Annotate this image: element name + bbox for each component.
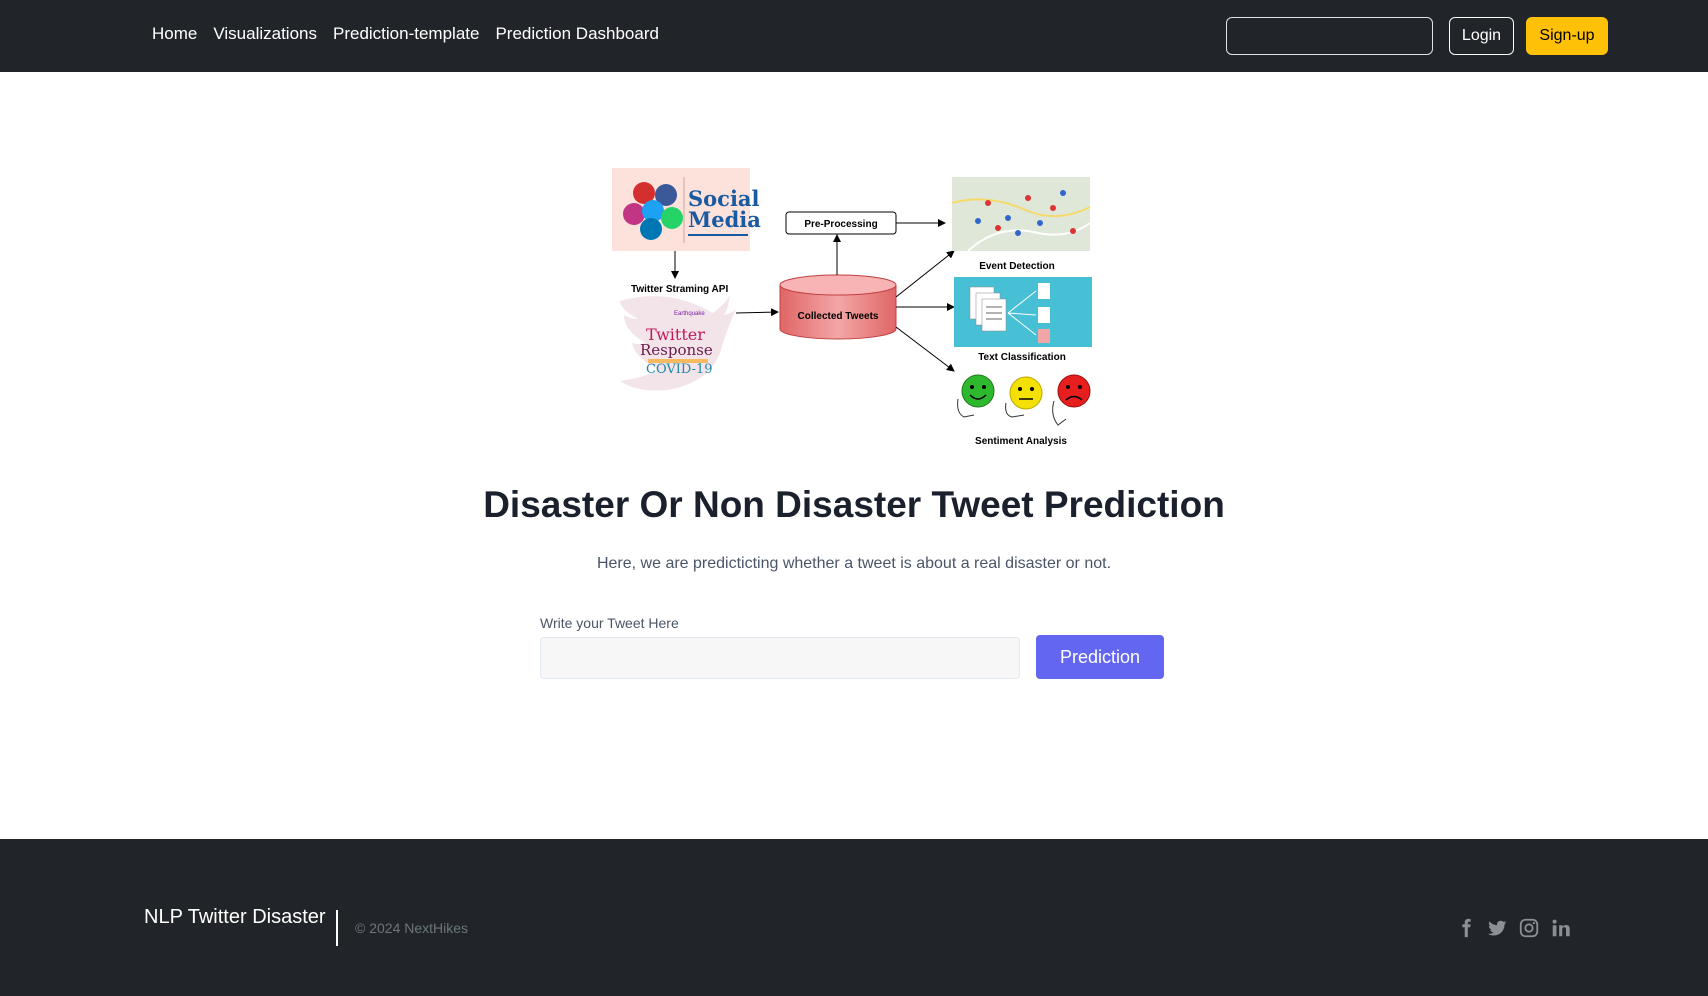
footer-divider (336, 910, 338, 946)
prediction-button[interactable]: Prediction (1036, 635, 1164, 679)
hero-diagram: Social Media Twitter Straming API Twitte… (612, 168, 1092, 447)
login-button[interactable]: Login (1449, 17, 1514, 55)
tweet-input[interactable] (540, 637, 1020, 679)
nav-links: Home Visualizations Prediction-template … (144, 24, 667, 44)
linkedin-icon[interactable] (1550, 917, 1572, 939)
tweet-input-label: Write your Tweet Here (540, 615, 679, 631)
collected-tweets-db: Collected Tweets (779, 274, 897, 340)
page-subtitle: Here, we are predicticting whether a twe… (596, 555, 1112, 572)
social-title-2: Media (688, 207, 761, 232)
event-map-image (951, 177, 1091, 252)
footer-copyright: © 2024 NextHikes (355, 920, 469, 936)
event-label: Event Detection (979, 261, 1055, 272)
preprocess-label: Pre-Processing (804, 219, 877, 230)
facebook-icon[interactable] (1455, 917, 1477, 939)
top-navbar: Home Visualizations Prediction-template … (0, 0, 1708, 72)
linkedin-icon (640, 218, 662, 240)
instagram-icon (623, 203, 645, 225)
happy-face-icon (961, 374, 995, 408)
nav-link-prediction-dashboard[interactable]: Prediction Dashboard (495, 24, 658, 44)
text-class-label: Text Classification (978, 352, 1066, 363)
cloud-word-response: Response (640, 341, 713, 359)
nav-link-visualizations[interactable]: Visualizations (213, 24, 317, 44)
signup-button[interactable]: Sign-up (1526, 17, 1608, 55)
db-label: Collected Tweets (798, 311, 879, 322)
footer-brand[interactable]: NLP Twitter Disaster (144, 906, 326, 929)
sad-face-icon (1057, 374, 1091, 408)
sentiment-label: Sentiment Analysis (975, 436, 1067, 447)
footer: NLP Twitter Disaster © 2024 NextHikes (0, 839, 1708, 996)
nav-link-home[interactable]: Home (152, 24, 197, 44)
sentiment-faces (957, 374, 1091, 426)
word-cloud-bird: Twitter Response COVID-19 Earthquake (620, 295, 736, 391)
page-title: Disaster Or Non Disaster Tweet Predictio… (483, 484, 1225, 525)
stream-label: Twitter Straming API (631, 284, 728, 295)
neutral-face-icon (1009, 376, 1043, 410)
nav-link-prediction-template[interactable]: Prediction-template (333, 24, 479, 44)
social-media-block: Social Media (612, 168, 761, 251)
whatsapp-icon (661, 207, 683, 229)
cloud-word-earthquake: Earthquake (674, 311, 705, 317)
text-classification-image (954, 277, 1092, 347)
instagram-icon[interactable] (1518, 917, 1540, 939)
search-input[interactable] (1226, 17, 1433, 55)
twitter-icon[interactable] (1486, 917, 1508, 939)
cloud-word-covid: COVID-19 (646, 362, 713, 377)
